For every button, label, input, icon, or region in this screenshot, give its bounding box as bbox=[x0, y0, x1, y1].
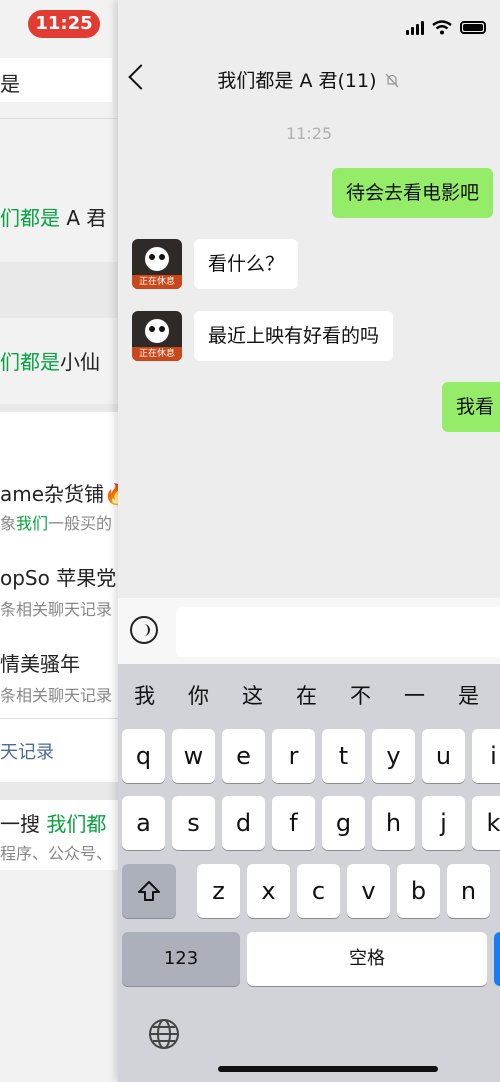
section-gap bbox=[0, 404, 120, 412]
message-bubble-sent[interactable]: 我看 bbox=[442, 382, 500, 432]
message-bubble-received[interactable]: 看什么？ bbox=[194, 239, 299, 289]
key-f[interactable]: f bbox=[272, 796, 315, 850]
web-search-subtitle: 程序、公众号、 bbox=[0, 844, 113, 863]
contact-result-3[interactable]: 情美骚年 bbox=[0, 648, 80, 677]
search-input[interactable]: 是 bbox=[0, 58, 112, 102]
section-gap bbox=[0, 262, 120, 318]
candidate-word[interactable]: 不 bbox=[350, 680, 371, 710]
key-t[interactable]: t bbox=[322, 729, 365, 783]
avatar-tag: 正在休息 bbox=[132, 347, 182, 361]
status-time: 11:25 bbox=[28, 10, 100, 38]
candidate-word[interactable]: 在 bbox=[296, 680, 317, 710]
contact-name: ame杂货铺 bbox=[0, 482, 105, 506]
section-gap bbox=[0, 782, 120, 800]
numbers-key[interactable]: 123 bbox=[122, 932, 240, 986]
divider bbox=[0, 718, 120, 719]
key-r[interactable]: r bbox=[272, 729, 315, 783]
signal-icon bbox=[406, 20, 424, 35]
result-highlight: 们都是 bbox=[0, 206, 60, 230]
key-g[interactable]: g bbox=[322, 796, 365, 850]
key-w[interactable]: w bbox=[172, 729, 215, 783]
return-key[interactable] bbox=[494, 932, 500, 986]
key-i[interactable]: i bbox=[472, 729, 500, 783]
group-result-1[interactable]: 们都是 A 君 bbox=[0, 202, 106, 231]
contact-result-1[interactable]: ame杂货铺🔥 bbox=[0, 478, 120, 507]
status-icons bbox=[406, 20, 486, 35]
candidate-word[interactable]: 你 bbox=[188, 680, 209, 710]
contact-result-2[interactable]: opSo 苹果党 bbox=[0, 562, 116, 591]
message-bubble-received[interactable]: 最近上映有好看的吗 bbox=[194, 311, 394, 361]
candidate-word[interactable]: 是 bbox=[458, 680, 479, 710]
key-z[interactable]: z bbox=[197, 864, 240, 918]
key-j[interactable]: j bbox=[422, 796, 465, 850]
candidate-word[interactable]: 一 bbox=[404, 680, 425, 710]
divider bbox=[0, 118, 120, 119]
key-c[interactable]: c bbox=[297, 864, 340, 918]
key-a[interactable]: a bbox=[122, 796, 165, 850]
avatar[interactable]: 正在休息 bbox=[132, 311, 182, 361]
search-results-screen: 11:25 是 们都是 A 君 们都是小仙 ame杂货铺🔥 象我们一般买的 op… bbox=[0, 0, 120, 1082]
key-x[interactable]: x bbox=[247, 864, 290, 918]
contact-name: 情美骚年 bbox=[0, 652, 80, 676]
avatar-tag: 正在休息 bbox=[132, 275, 182, 289]
contact-subtitle: 条相关聊天记录 bbox=[0, 600, 113, 619]
key-v[interactable]: v bbox=[347, 864, 390, 918]
key-e[interactable]: e bbox=[222, 729, 265, 783]
key-s[interactable]: s bbox=[172, 796, 215, 850]
search-query: 是 bbox=[0, 72, 20, 96]
result-text: 小仙 bbox=[60, 350, 100, 374]
shift-key[interactable] bbox=[122, 864, 176, 918]
chat-window: 我们都是 A 君(11) 11:25 待会去看电影吧 正在休息 看什么？ 正在休… bbox=[118, 0, 500, 1082]
key-y[interactable]: y bbox=[372, 729, 415, 783]
key-d[interactable]: d bbox=[222, 796, 265, 850]
space-key[interactable]: 空格 bbox=[247, 932, 487, 986]
chat-title-bar: 我们都是 A 君(11) bbox=[118, 66, 500, 93]
key-h[interactable]: h bbox=[372, 796, 415, 850]
web-search-title: 一搜 我们都 bbox=[0, 812, 107, 836]
voice-input-icon[interactable] bbox=[130, 616, 158, 644]
message-bubble-sent[interactable]: 待会去看电影吧 bbox=[332, 168, 494, 218]
key-q[interactable]: q bbox=[122, 729, 165, 783]
more-chat-records-link[interactable]: 天记录 bbox=[0, 738, 54, 764]
key-u[interactable]: u bbox=[422, 729, 465, 783]
chat-title: 我们都是 A 君(11) bbox=[217, 70, 377, 92]
avatar[interactable]: 正在休息 bbox=[132, 239, 182, 289]
key-k[interactable]: k bbox=[472, 796, 500, 850]
contact-subtitle: 象我们一般买的 bbox=[0, 514, 113, 533]
message-input[interactable] bbox=[176, 607, 500, 657]
mute-icon bbox=[385, 73, 399, 88]
contact-subtitle: 条相关聊天记录 bbox=[0, 686, 113, 705]
home-indicator[interactable] bbox=[218, 1066, 438, 1072]
message-timestamp: 11:25 bbox=[285, 124, 333, 143]
result-text: A 君 bbox=[60, 206, 107, 230]
result-highlight: 们都是 bbox=[0, 350, 60, 374]
group-result-2[interactable]: 们都是小仙 bbox=[0, 346, 100, 375]
key-n[interactable]: n bbox=[447, 864, 490, 918]
globe-icon[interactable] bbox=[148, 1018, 180, 1050]
candidate-word[interactable]: 这 bbox=[242, 680, 263, 710]
shift-icon bbox=[138, 881, 160, 901]
contact-name: opSo 苹果党 bbox=[0, 566, 117, 590]
battery-icon bbox=[460, 21, 486, 34]
candidate-word[interactable]: 我 bbox=[134, 680, 155, 710]
wifi-icon bbox=[432, 20, 452, 35]
key-b[interactable]: b bbox=[397, 864, 440, 918]
